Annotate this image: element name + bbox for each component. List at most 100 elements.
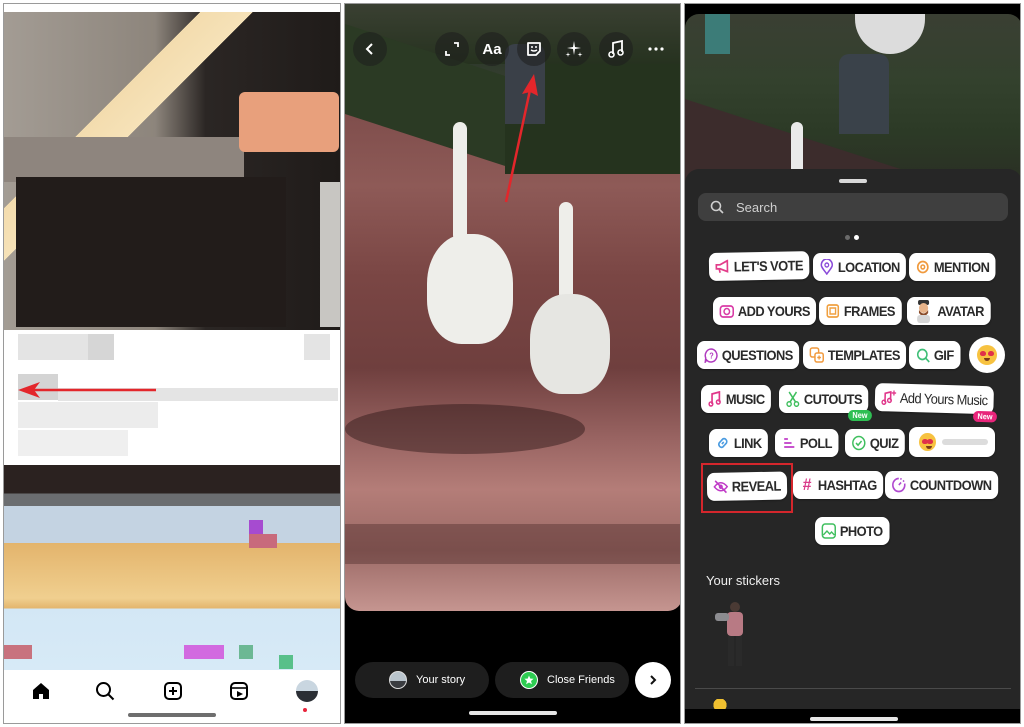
blurred-text [18, 430, 128, 456]
sticker-label: FRAMES [843, 303, 896, 319]
drag-handle[interactable] [839, 179, 867, 183]
more-icon [648, 47, 664, 51]
your-story-button[interactable]: Your story [355, 662, 489, 698]
heart-eyes-emoji-icon [919, 433, 936, 451]
sticker-label: HASHTAG [817, 477, 877, 493]
sticker-questions[interactable]: ? QUESTIONS [697, 341, 800, 369]
photo-region [855, 14, 925, 54]
text-button[interactable]: Aa [475, 32, 509, 66]
gesture-bar [128, 713, 216, 717]
sticker-link[interactable]: LINK [709, 429, 769, 457]
sticker-hashtag[interactable]: # HASHTAG [793, 471, 884, 499]
sticker-cutouts[interactable]: CUTOUTS New [779, 385, 873, 421]
gesture-bar [809, 717, 898, 721]
photo-region [559, 202, 573, 302]
sticker-emoji-slider[interactable] [909, 427, 995, 457]
system-nav-bar [685, 709, 1020, 723]
page-dot-active[interactable] [854, 235, 859, 240]
sticker-label: COUNTDOWN [909, 477, 992, 493]
sticker-countdown[interactable]: COUNTDOWN [885, 471, 998, 499]
blurred-text [88, 334, 114, 360]
swipe-left-arrow-icon [18, 382, 156, 398]
sticker-lets-vote[interactable]: LET'S VOTE [708, 251, 810, 281]
sticker-music[interactable]: MUSIC [701, 385, 772, 413]
photo-region [345, 404, 585, 454]
annotation-highlight-box [701, 463, 793, 513]
image-region [239, 645, 253, 659]
sparkles-icon [565, 41, 583, 57]
profile-avatar[interactable] [294, 678, 320, 704]
image-region [239, 92, 339, 152]
poll-icon [781, 434, 798, 452]
sticker-poll[interactable]: POLL [775, 429, 839, 457]
location-pin-icon [819, 258, 836, 276]
slider-track [941, 439, 988, 445]
star-icon [520, 671, 538, 689]
your-stickers-heading: Your stickers [706, 573, 780, 588]
music-note-icon [608, 40, 624, 58]
music-button[interactable] [599, 32, 633, 66]
at-icon [915, 258, 932, 276]
sticker-location[interactable]: LOCATION [813, 253, 907, 281]
sticker-label: LET'S VOTE [733, 257, 804, 275]
back-button[interactable] [353, 32, 387, 66]
image-region [279, 655, 293, 669]
close-friends-button[interactable]: Close Friends [495, 662, 629, 698]
search-placeholder: Search [736, 199, 778, 215]
next-button[interactable] [635, 662, 671, 698]
back-icon [365, 43, 373, 55]
sticker-add-yours-music[interactable]: Add Yours Music New [874, 383, 998, 423]
photo-region [530, 294, 610, 394]
sticker-label: LOCATION [837, 259, 900, 275]
sticker-icon [527, 42, 541, 56]
sticker-label: PHOTO [839, 523, 883, 539]
blurred-text [304, 334, 330, 360]
sticker-photo[interactable]: PHOTO [815, 517, 890, 545]
sticker-avatar[interactable]: AVATAR [907, 297, 991, 325]
plus-square-icon[interactable] [160, 678, 186, 704]
sticker-button[interactable] [517, 32, 551, 66]
more-button[interactable] [639, 32, 673, 66]
blurred-text [18, 402, 158, 428]
search-icon [915, 346, 932, 364]
avatar-icon [296, 680, 318, 702]
sticker-templates[interactable]: TEMPLATES [803, 341, 907, 369]
sticker-label: QUIZ [869, 435, 899, 451]
resize-button[interactable] [435, 32, 469, 66]
page-dot[interactable] [845, 235, 850, 240]
pixelated-post-image[interactable] [4, 465, 340, 670]
pixelated-post-image[interactable] [4, 12, 340, 330]
photo-region [453, 122, 467, 242]
person-cutout-sticker[interactable] [713, 599, 751, 669]
blurred-text [18, 334, 88, 360]
sticker-frames[interactable]: FRAMES [819, 297, 902, 325]
sticker-thumbnail-partial[interactable] [711, 699, 741, 709]
sticker-mention[interactable]: MENTION [909, 253, 996, 281]
gesture-bar [468, 711, 557, 715]
divider [695, 688, 1011, 689]
sticker-label: CUTOUTS [803, 391, 863, 407]
megaphone-icon [714, 258, 731, 276]
effects-button[interactable] [557, 32, 591, 66]
sticker-gif[interactable]: GIF [909, 341, 961, 369]
question-bubble-icon: ? [703, 346, 720, 364]
story-photo-background [685, 14, 1020, 184]
story-editor-screen: Aa Your story Close Friends [344, 3, 681, 724]
photo-region [345, 524, 680, 564]
sticker-quiz[interactable]: QUIZ [845, 429, 905, 457]
bottom-navigation-bar [4, 670, 340, 723]
sticker-label: LINK [733, 435, 762, 451]
sticker-add-yours[interactable]: ADD YOURS [713, 297, 817, 325]
sticker-emoji-reaction[interactable] [969, 337, 1005, 373]
home-icon[interactable] [28, 678, 54, 704]
image-region [184, 645, 224, 659]
sticker-label: MENTION [933, 259, 990, 275]
sticker-label: GIF [933, 347, 954, 363]
annotation-arrow-icon [504, 74, 538, 203]
instagram-feed-screen [3, 3, 341, 724]
search-icon[interactable] [92, 678, 118, 704]
image-region [4, 137, 244, 182]
avatar-icon [913, 299, 935, 323]
sticker-search-input[interactable]: Search [698, 193, 1008, 221]
reels-icon[interactable] [226, 678, 252, 704]
